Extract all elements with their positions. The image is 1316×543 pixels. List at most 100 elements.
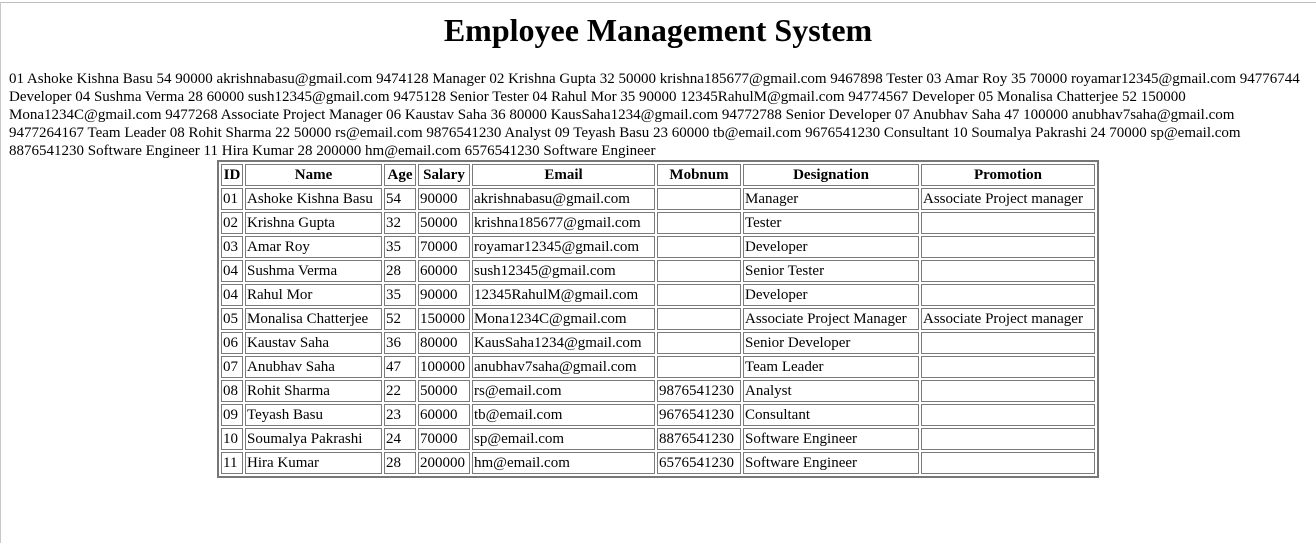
cell-id: 06 [221, 332, 243, 354]
cell-age: 32 [384, 212, 416, 234]
cell-designation: Team Leader [743, 356, 919, 378]
cell-id: 03 [221, 236, 243, 258]
cell-id: 10 [221, 428, 243, 450]
cell-age: 47 [384, 356, 416, 378]
cell-name: Teyash Basu [245, 404, 382, 426]
table-row: 09 Teyash Basu 23 60000 tb@email.com 96765412… [221, 404, 1095, 426]
page-title: Employee Management System [443, 12, 873, 48]
cell-email: rs@email.com [472, 380, 655, 402]
table-row: 01 Ashoke Kishna Basu 54 90000 akrishnabasu@… [221, 188, 1095, 210]
cell-mobnum: 6576541230 [657, 452, 741, 474]
raw-employee-text: 01 Ashoke Kishna Basu 54 90000 akrishnab… [9, 71, 1300, 159]
cell-designation: Consultant [743, 404, 919, 426]
table-row: 10 Soumalya Pakrashi 24 70000 sp@email.com 88… [221, 428, 1095, 450]
cell-salary: 90000 [418, 188, 470, 210]
cell-salary: 90000 [418, 284, 470, 306]
cell-email: hm@email.com [472, 452, 655, 474]
cell-salary: 100000 [418, 356, 470, 378]
cell-promotion: Associate Project manager [921, 308, 1095, 330]
table-header: ID Name Age Salary Email Mobnum Designat… [221, 164, 1095, 186]
cell-age: 36 [384, 332, 416, 354]
cell-email: KausSaha1234@gmail.com [472, 332, 655, 354]
cell-mobnum: 8876541230 [657, 428, 741, 450]
cell-id: 04 [221, 284, 243, 306]
table-row: 08 Rohit Sharma 22 50000 rs@email.com 9876541… [221, 380, 1095, 402]
cell-designation: Senior Developer [743, 332, 919, 354]
cell-age: 28 [384, 260, 416, 282]
header-email: Email [472, 164, 655, 186]
cell-email: tb@email.com [472, 404, 655, 426]
cell-designation: Associate Project Manager [743, 308, 919, 330]
cell-name: Rahul Mor [245, 284, 382, 306]
cell-mobnum [657, 236, 741, 258]
cell-designation: Software Engineer [743, 452, 919, 474]
header-salary: Salary [418, 164, 470, 186]
cell-mobnum [657, 260, 741, 282]
cell-age: 35 [384, 284, 416, 306]
header-id: ID [221, 164, 243, 186]
cell-salary: 50000 [418, 212, 470, 234]
cell-designation: Developer [743, 236, 919, 258]
cell-promotion [921, 332, 1095, 354]
cell-promotion [921, 212, 1095, 234]
cell-name: Rohit Sharma [245, 380, 382, 402]
header-row: ID Name Age Salary Email Mobnum Designat… [221, 164, 1095, 186]
cell-id: 11 [221, 452, 243, 474]
cell-promotion: Associate Project manager [921, 188, 1095, 210]
cell-age: 23 [384, 404, 416, 426]
window-left-border [0, 2, 1, 543]
cell-name: Amar Roy [245, 236, 382, 258]
cell-id: 02 [221, 212, 243, 234]
cell-salary: 60000 [418, 404, 470, 426]
cell-age: 22 [384, 380, 416, 402]
table-row: 06 Kaustav Saha 36 80000 KausSaha1234@gmail.… [221, 332, 1095, 354]
cell-name: Kaustav Saha [245, 332, 382, 354]
cell-designation: Software Engineer [743, 428, 919, 450]
table-row: 11 Hira Kumar 28 200000 hm@email.com 65765412… [221, 452, 1095, 474]
cell-mobnum [657, 356, 741, 378]
cell-mobnum: 9876541230 [657, 380, 741, 402]
cell-age: 54 [384, 188, 416, 210]
cell-id: 05 [221, 308, 243, 330]
cell-age: 28 [384, 452, 416, 474]
cell-designation: Analyst [743, 380, 919, 402]
cell-name: Hira Kumar [245, 452, 382, 474]
cell-promotion [921, 452, 1095, 474]
cell-mobnum [657, 212, 741, 234]
cell-mobnum: 9676541230 [657, 404, 741, 426]
cell-salary: 80000 [418, 332, 470, 354]
window-top-border [0, 2, 1316, 3]
cell-promotion [921, 356, 1095, 378]
table-row: 02 Krishna Gupta 32 50000 krishna185677@gmai… [221, 212, 1095, 234]
header-promotion: Promotion [921, 164, 1095, 186]
cell-mobnum [657, 284, 741, 306]
cell-email: krishna185677@gmail.com [472, 212, 655, 234]
cell-designation: Manager [743, 188, 919, 210]
cell-email: sush12345@gmail.com [472, 260, 655, 282]
cell-id: 07 [221, 356, 243, 378]
cell-name: Sushma Verma [245, 260, 382, 282]
header-age: Age [384, 164, 416, 186]
header-mobnum: Mobnum [657, 164, 741, 186]
cell-age: 35 [384, 236, 416, 258]
table-row: 07 Anubhav Saha 47 100000 anubhav7saha@gmail… [221, 356, 1095, 378]
cell-id: 08 [221, 380, 243, 402]
table-row: 03 Amar Roy 35 70000 royamar12345@gmail.com D… [221, 236, 1095, 258]
cell-salary: 200000 [418, 452, 470, 474]
cell-name: Soumalya Pakrashi [245, 428, 382, 450]
cell-email: akrishnabasu@gmail.com [472, 188, 655, 210]
table-body: 01 Ashoke Kishna Basu 54 90000 akrishnabasu@… [221, 188, 1095, 474]
table-row: 04 Sushma Verma 28 60000 sush12345@gmail.com… [221, 260, 1095, 282]
cell-id: 04 [221, 260, 243, 282]
cell-age: 52 [384, 308, 416, 330]
cell-email: anubhav7saha@gmail.com [472, 356, 655, 378]
cell-designation: Tester [743, 212, 919, 234]
cell-name: Monalisa Chatterjee [245, 308, 382, 330]
cell-salary: 50000 [418, 380, 470, 402]
table-row: 05 Monalisa Chatterjee 52 150000 Mona1234C@g… [221, 308, 1095, 330]
cell-email: Mona1234C@gmail.com [472, 308, 655, 330]
cell-id: 01 [221, 188, 243, 210]
cell-salary: 70000 [418, 428, 470, 450]
cell-mobnum [657, 308, 741, 330]
header-name: Name [245, 164, 382, 186]
